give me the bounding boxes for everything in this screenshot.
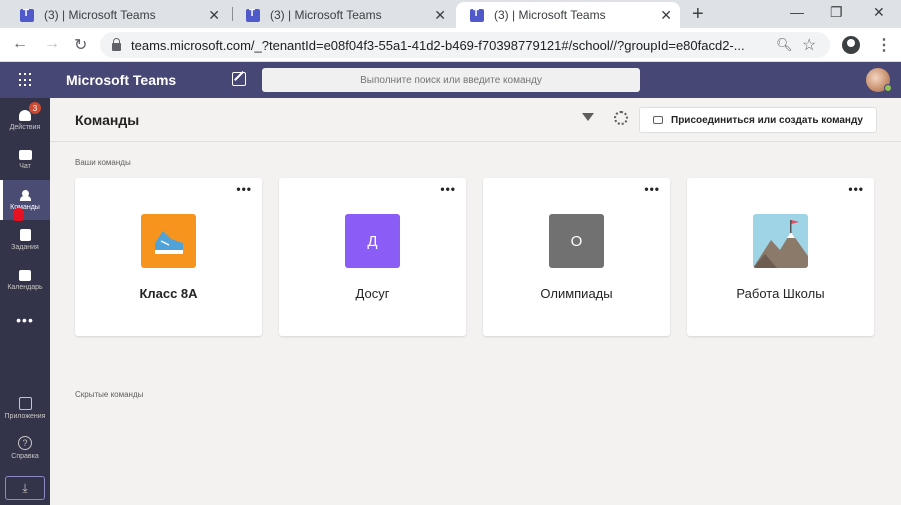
- team-initial: Д: [367, 232, 378, 250]
- close-icon[interactable]: ✕: [208, 7, 220, 24]
- assignments-icon: [19, 229, 31, 241]
- rail-item-label: Задания: [11, 244, 39, 251]
- team-card[interactable]: ••• Работа Школы: [687, 178, 874, 336]
- calendar-icon: [19, 269, 31, 281]
- browser-tab-1[interactable]: (3) | Microsoft Teams ✕: [6, 2, 228, 28]
- window-close-icon[interactable]: ✕: [873, 4, 885, 21]
- rail-item-help[interactable]: ? Справка: [0, 428, 50, 468]
- team-name: Класс 8А: [139, 286, 198, 301]
- more-options-icon[interactable]: •••: [848, 182, 864, 196]
- new-chat-compose-icon[interactable]: [232, 72, 246, 86]
- mountain-flag-icon: [753, 214, 808, 268]
- presence-available-icon: [884, 84, 892, 92]
- more-horizontal-icon: •••: [16, 312, 34, 328]
- browser-profile-icon[interactable]: [842, 36, 860, 54]
- tab-title: (3) | Microsoft Teams: [44, 8, 156, 22]
- browser-tab-bar: (3) | Microsoft Teams ✕ (3) | Microsoft …: [0, 0, 901, 28]
- browser-tab-2[interactable]: (3) | Microsoft Teams ✕: [232, 2, 454, 28]
- app-launcher-icon[interactable]: [19, 73, 33, 87]
- add-team-icon: [653, 116, 663, 124]
- chat-icon: [18, 150, 32, 160]
- teams-header: Microsoft Teams: [0, 62, 901, 98]
- team-initial: О: [570, 232, 583, 250]
- team-name: Работа Школы: [736, 286, 825, 301]
- back-arrow-icon[interactable]: ←: [12, 35, 28, 53]
- rail-item-label: Приложения: [4, 412, 46, 420]
- forward-arrow-icon[interactable]: →: [44, 35, 60, 53]
- lock-icon: [112, 37, 121, 51]
- browser-menu-icon[interactable]: ⋮: [876, 35, 892, 55]
- team-avatar-tile: О: [549, 214, 604, 268]
- search-input[interactable]: [262, 68, 640, 92]
- sneaker-icon: [141, 214, 196, 268]
- minimize-icon[interactable]: —: [790, 4, 804, 20]
- zoom-icon[interactable]: 🔍︎: [776, 37, 793, 53]
- join-or-create-team-button[interactable]: Присоединиться или создать команду: [639, 107, 877, 133]
- rail-item-calendar[interactable]: Календарь: [0, 260, 50, 300]
- address-bar: ← → ↻ teams.microsoft.com/_?tenantId=e08…: [0, 28, 901, 62]
- rail-item-more[interactable]: •••: [0, 300, 50, 340]
- app-rail: Действия 3 Чат Команды Задания Календарь…: [0, 98, 50, 505]
- teams-favicon-icon: [20, 8, 34, 22]
- new-tab-plus-icon[interactable]: +: [692, 3, 704, 26]
- team-name: Олимпиады: [540, 286, 613, 301]
- url-field[interactable]: teams.microsoft.com/_?tenantId=e08f04f3-…: [100, 32, 830, 58]
- more-options-icon[interactable]: •••: [236, 182, 252, 196]
- teams-icon: [18, 189, 33, 201]
- rail-item-label: Календарь: [7, 283, 43, 291]
- reload-icon[interactable]: ↻: [74, 35, 87, 55]
- hidden-teams-label: Скрытые команды: [75, 390, 144, 399]
- filter-icon[interactable]: [582, 113, 594, 121]
- help-icon: ?: [18, 436, 32, 450]
- main-content: Команды Присоединиться или создать коман…: [50, 98, 901, 505]
- download-icon: ⤓: [22, 480, 28, 495]
- close-icon[interactable]: ✕: [434, 7, 446, 24]
- download-app-button[interactable]: ⤓: [5, 476, 45, 500]
- join-button-label: Присоединиться или создать команду: [671, 114, 863, 126]
- your-teams-label: Ваши команды: [75, 158, 131, 167]
- mouse-cursor-icon: [13, 208, 24, 221]
- team-card[interactable]: ••• Д Досуг: [279, 178, 466, 336]
- tab-title: (3) | Microsoft Teams: [270, 8, 382, 22]
- more-options-icon[interactable]: •••: [644, 182, 660, 196]
- team-card[interactable]: ••• Класс 8А: [75, 178, 262, 336]
- teams-page-header: Команды Присоединиться или создать коман…: [50, 98, 901, 142]
- rail-item-activity[interactable]: Действия 3: [0, 100, 50, 140]
- rail-item-apps[interactable]: Приложения: [0, 388, 50, 428]
- rail-item-label: Действия: [9, 123, 41, 131]
- teams-favicon-icon: [246, 8, 260, 22]
- team-avatar-tile: Д: [345, 214, 400, 268]
- more-options-icon[interactable]: •••: [440, 182, 456, 196]
- gear-icon[interactable]: [614, 111, 628, 125]
- teams-favicon-icon: [470, 8, 484, 22]
- bookmark-star-icon[interactable]: ☆: [802, 35, 816, 55]
- rail-item-chat[interactable]: Чат: [0, 140, 50, 180]
- team-name: Досуг: [355, 286, 390, 301]
- team-card[interactable]: ••• О Олимпиады: [483, 178, 670, 336]
- rail-item-teams[interactable]: Команды: [0, 180, 50, 220]
- restore-icon[interactable]: ❐: [830, 4, 843, 21]
- rail-item-label: Чат: [19, 163, 31, 170]
- close-icon[interactable]: ✕: [660, 7, 672, 24]
- rail-item-label: Справка: [11, 453, 39, 460]
- apps-icon: [18, 396, 32, 410]
- url-text: teams.microsoft.com/_?tenantId=e08f04f3-…: [131, 37, 745, 53]
- page-title: Команды: [75, 112, 140, 128]
- rail-item-assignments[interactable]: Задания: [0, 220, 50, 260]
- tab-title: (3) | Microsoft Teams: [494, 8, 606, 22]
- app-title: Microsoft Teams: [66, 72, 177, 88]
- browser-tab-3[interactable]: (3) | Microsoft Teams ✕: [456, 2, 680, 28]
- notification-badge: 3: [29, 102, 41, 114]
